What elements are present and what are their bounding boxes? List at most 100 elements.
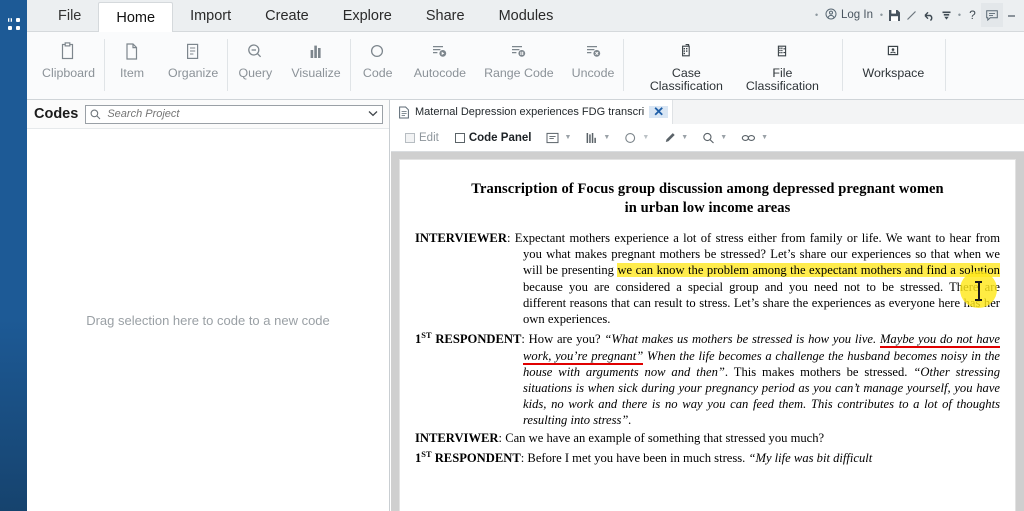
organize-button[interactable]: Organize — [159, 32, 227, 100]
uncode-label: Uncode — [571, 66, 615, 80]
ribbon-tabs: File Home Import Create Explore Share Mo… — [41, 0, 570, 32]
login-label: Log In — [841, 9, 873, 21]
codes-pane-body[interactable]: Drag selection here to code to a new cod… — [27, 128, 389, 511]
login-button[interactable]: Log In — [821, 8, 877, 23]
ribbon: Clipboard Item Organize Query Visualize … — [27, 32, 1024, 100]
code-panel-checkbox[interactable] — [454, 132, 465, 143]
file-classification-button[interactable]: File Classification — [734, 32, 830, 100]
coding-stripes-icon — [585, 132, 598, 144]
zoom-tool[interactable]: ▼ — [695, 132, 734, 144]
workspace-icon — [883, 38, 903, 64]
workspace-label: Workspace — [862, 66, 925, 80]
transcript-paragraph-2: 1ST RESPONDENT: How are you? “What makes… — [415, 328, 1000, 428]
text-region-tool[interactable]: ▼ — [539, 132, 578, 144]
case-classification-label: Case Classification — [649, 66, 723, 93]
tab-create[interactable]: Create — [248, 0, 326, 32]
close-icon[interactable]: ✕ — [649, 105, 669, 118]
clipboard-button[interactable]: Clipboard — [33, 32, 104, 100]
tab-share[interactable]: Share — [409, 0, 482, 32]
autocode-icon — [430, 38, 449, 64]
uncode-icon — [584, 38, 603, 64]
document-title-line2: in urban low income areas — [624, 200, 791, 216]
search-project-box[interactable] — [85, 104, 383, 124]
left-rail — [0, 0, 27, 511]
document-canvas[interactable]: Transcription of Focus group discussion … — [391, 152, 1024, 511]
code-panel-label: Code Panel — [468, 131, 532, 144]
range-code-label: Range Code — [484, 66, 554, 80]
transcript-paragraph-3: INTERVIWER: Can we have an example of so… — [415, 430, 1000, 446]
codes-pane: Codes Drag selection here to code to a n… — [27, 100, 390, 511]
codes-pane-header: Codes — [27, 100, 389, 128]
undo-icon[interactable] — [920, 4, 938, 26]
coding-stripes-tool[interactable]: ▼ — [578, 132, 617, 144]
highlight-circle-tool[interactable]: ▼ — [617, 132, 656, 144]
range-code-button[interactable]: Range Code — [475, 32, 563, 100]
edit-toggle[interactable]: Edit — [397, 132, 447, 144]
detail-pane: Maternal Depression experiences FDG tran… — [391, 100, 1024, 511]
document-tab-label: Maternal Depression experiences FDG tran… — [415, 106, 645, 118]
edit-checkbox[interactable] — [405, 132, 415, 143]
ribbon-tabstrip: File Home Import Create Explore Share Mo… — [27, 0, 1024, 32]
redo-dropdown-icon[interactable] — [938, 4, 955, 26]
query-label: Query — [238, 66, 273, 80]
case-classification-button[interactable]: Case Classification — [638, 32, 734, 100]
chevron-down-icon-5[interactable]: ▼ — [720, 134, 727, 141]
tab-import[interactable]: Import — [173, 0, 248, 32]
link-icon — [741, 132, 756, 144]
apps-grid-icon[interactable] — [6, 16, 22, 32]
visualize-label: Visualize — [291, 66, 341, 80]
code-panel-toggle[interactable]: Code Panel — [447, 132, 540, 144]
chevron-down-icon-3[interactable]: ▼ — [642, 134, 649, 141]
chat-icon[interactable] — [981, 3, 1003, 27]
document-tab[interactable]: Maternal Depression experiences FDG tran… — [391, 100, 674, 124]
pen-highlight-icon — [663, 132, 676, 144]
chevron-down-icon-2[interactable]: ▼ — [603, 134, 610, 141]
chevron-down-icon[interactable]: ▼ — [564, 134, 571, 141]
pencil-icon[interactable] — [903, 4, 920, 26]
minimize-icon[interactable] — [1003, 4, 1020, 26]
chevron-down-icon-6[interactable]: ▼ — [761, 134, 768, 141]
organize-label: Organize — [168, 66, 219, 80]
search-input[interactable] — [107, 108, 364, 120]
item-button[interactable]: Item — [105, 32, 159, 100]
tab-explore[interactable]: Explore — [326, 0, 409, 32]
paragraph-run-6: : Before I met you have been in much str… — [520, 451, 749, 466]
visualize-button[interactable]: Visualize — [282, 32, 349, 100]
search-icon — [90, 109, 101, 120]
autocode-button[interactable]: Autocode — [405, 32, 475, 100]
speaker-label-4: 1ST RESPONDENT — [415, 450, 521, 465]
separator-dot-3: • — [957, 10, 962, 20]
paragraph-run-3: : How are you? — [521, 332, 605, 347]
save-icon[interactable] — [886, 4, 903, 26]
speaker-role: RESPONDENT — [431, 332, 522, 347]
ribbon-group-item: Item Organize — [105, 32, 227, 100]
code-button[interactable]: Code — [351, 32, 405, 100]
paragraph-run-5: : Can we have an example of something th… — [498, 430, 825, 445]
transcript-paragraph: INTERVIEWER: Expectant mothers experienc… — [415, 230, 1000, 327]
chevron-down-icon-4[interactable]: ▼ — [681, 134, 688, 141]
tab-file[interactable]: File — [41, 0, 98, 32]
workspace-button[interactable]: Workspace — [853, 32, 933, 100]
query-button[interactable]: Query — [228, 32, 282, 100]
chevron-down-icon[interactable] — [364, 109, 378, 119]
paragraph-run-highlighted: we can know the problem among the expect… — [617, 263, 1000, 278]
pen-highlight-tool[interactable]: ▼ — [656, 132, 695, 144]
text-region-icon — [546, 132, 559, 144]
organize-list-icon — [185, 38, 201, 64]
file-classification-label: File Classification — [745, 66, 819, 93]
case-classification-icon — [676, 38, 696, 64]
help-icon[interactable]: ? — [964, 4, 981, 26]
uncode-button[interactable]: Uncode — [563, 32, 624, 100]
nvivo-window: File Home Import Create Explore Share Mo… — [0, 0, 1024, 511]
ribbon-group-query: Query Visualize — [228, 32, 349, 100]
paragraph-run-2: because you are considered a special gro… — [523, 279, 1000, 327]
highlight-circle-icon — [624, 132, 637, 144]
tab-home[interactable]: Home — [98, 2, 174, 32]
clipboard-icon — [60, 38, 77, 64]
link-tool[interactable]: ▼ — [734, 132, 775, 144]
range-code-icon — [509, 38, 528, 64]
tab-modules[interactable]: Modules — [482, 0, 571, 32]
separator-dot: • — [814, 10, 819, 20]
ribbon-group-workspace: Workspace — [853, 32, 933, 100]
ribbon-separator-5 — [842, 39, 844, 91]
